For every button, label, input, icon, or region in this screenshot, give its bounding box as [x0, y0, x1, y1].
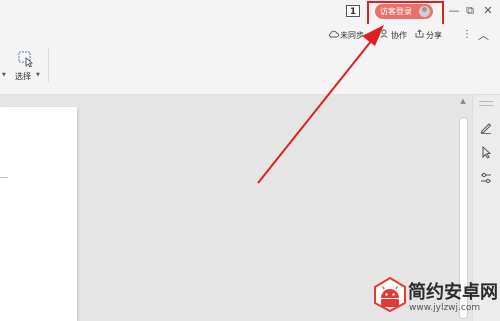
site-watermark: 简约安卓网 www.jylzwj.com: [368, 272, 500, 321]
android-logo-icon: [372, 276, 406, 313]
watermark-url: www.jylzwj.com: [409, 303, 481, 313]
watermark-title: 简约安卓网: [408, 282, 498, 303]
